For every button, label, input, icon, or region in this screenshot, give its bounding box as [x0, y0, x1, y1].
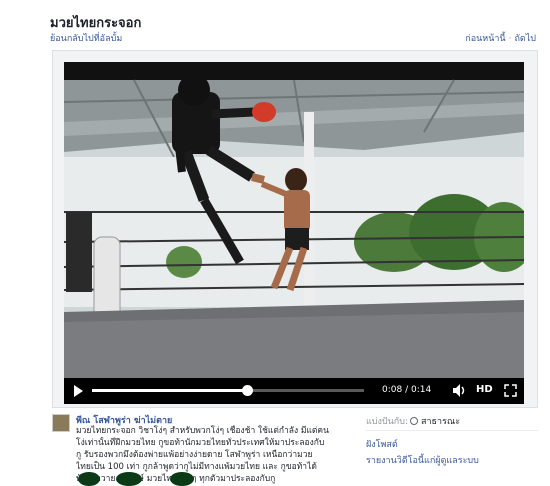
pager: ก่อนหน้านี้ · ถัดไป: [465, 31, 536, 45]
seek-handle[interactable]: [242, 385, 254, 396]
video-player[interactable]: 0:08 / 0:14 HD: [64, 62, 524, 404]
page-title: มวยไทยกระจอก: [50, 16, 142, 31]
privacy-selector[interactable]: สาธารณะ: [410, 414, 460, 428]
privacy-label: สาธารณะ: [421, 417, 461, 427]
fullscreen-icon[interactable]: [504, 384, 517, 397]
next-link[interactable]: ถัดไป: [514, 34, 536, 44]
previous-link[interactable]: ก่อนหน้านี้: [465, 34, 505, 44]
embed-post-link[interactable]: ฝังโพสต์: [366, 437, 398, 451]
seek-bar[interactable]: [92, 385, 364, 396]
seek-progress: [92, 389, 248, 392]
back-to-album-link[interactable]: ย้อนกลับไปที่อัลบั้ม: [50, 31, 122, 45]
volume-icon[interactable]: [453, 384, 467, 397]
globe-icon: [410, 417, 418, 425]
redaction-blob: [78, 472, 100, 486]
description-line: มวยไทยกระจอก วิชาโง่ๆ สำหรับพวกโง่ๆ เชื่…: [76, 426, 329, 436]
play-icon[interactable]: [74, 385, 83, 397]
duration: 0:14: [411, 385, 432, 395]
description-line: กู รับรองพวกมึงต้องพ่ายแพ้อย่างง่ายดาย โ…: [76, 450, 313, 460]
report-video-link[interactable]: รายงานวิดีโอนี้แก่ผู้ดูแลระบบ: [366, 453, 479, 467]
current-time: 0:08: [382, 385, 403, 395]
video-frame-image: [64, 62, 524, 404]
pager-separator: ·: [508, 34, 512, 44]
time-separator: /: [405, 385, 409, 395]
description-line: โง่เท่านั้นที่ฝึกมวยไทย กูขอท้านักมวยไทย…: [76, 438, 325, 448]
description-line: ไทยเป็น 100 เท่า กูกล้าพูดว่ากูไม่มีทางแ…: [76, 462, 317, 472]
redaction-blob: [170, 472, 194, 486]
shared-with-label: แบ่งปันกับ:: [366, 417, 408, 427]
author-avatar[interactable]: [52, 414, 70, 432]
hd-button[interactable]: HD: [476, 384, 493, 395]
sidebar-divider: [366, 430, 538, 431]
redaction-blob: [116, 472, 142, 486]
video-controls: 0:08 / 0:14 HD: [64, 378, 524, 404]
time-display: 0:08 / 0:14: [382, 385, 431, 395]
